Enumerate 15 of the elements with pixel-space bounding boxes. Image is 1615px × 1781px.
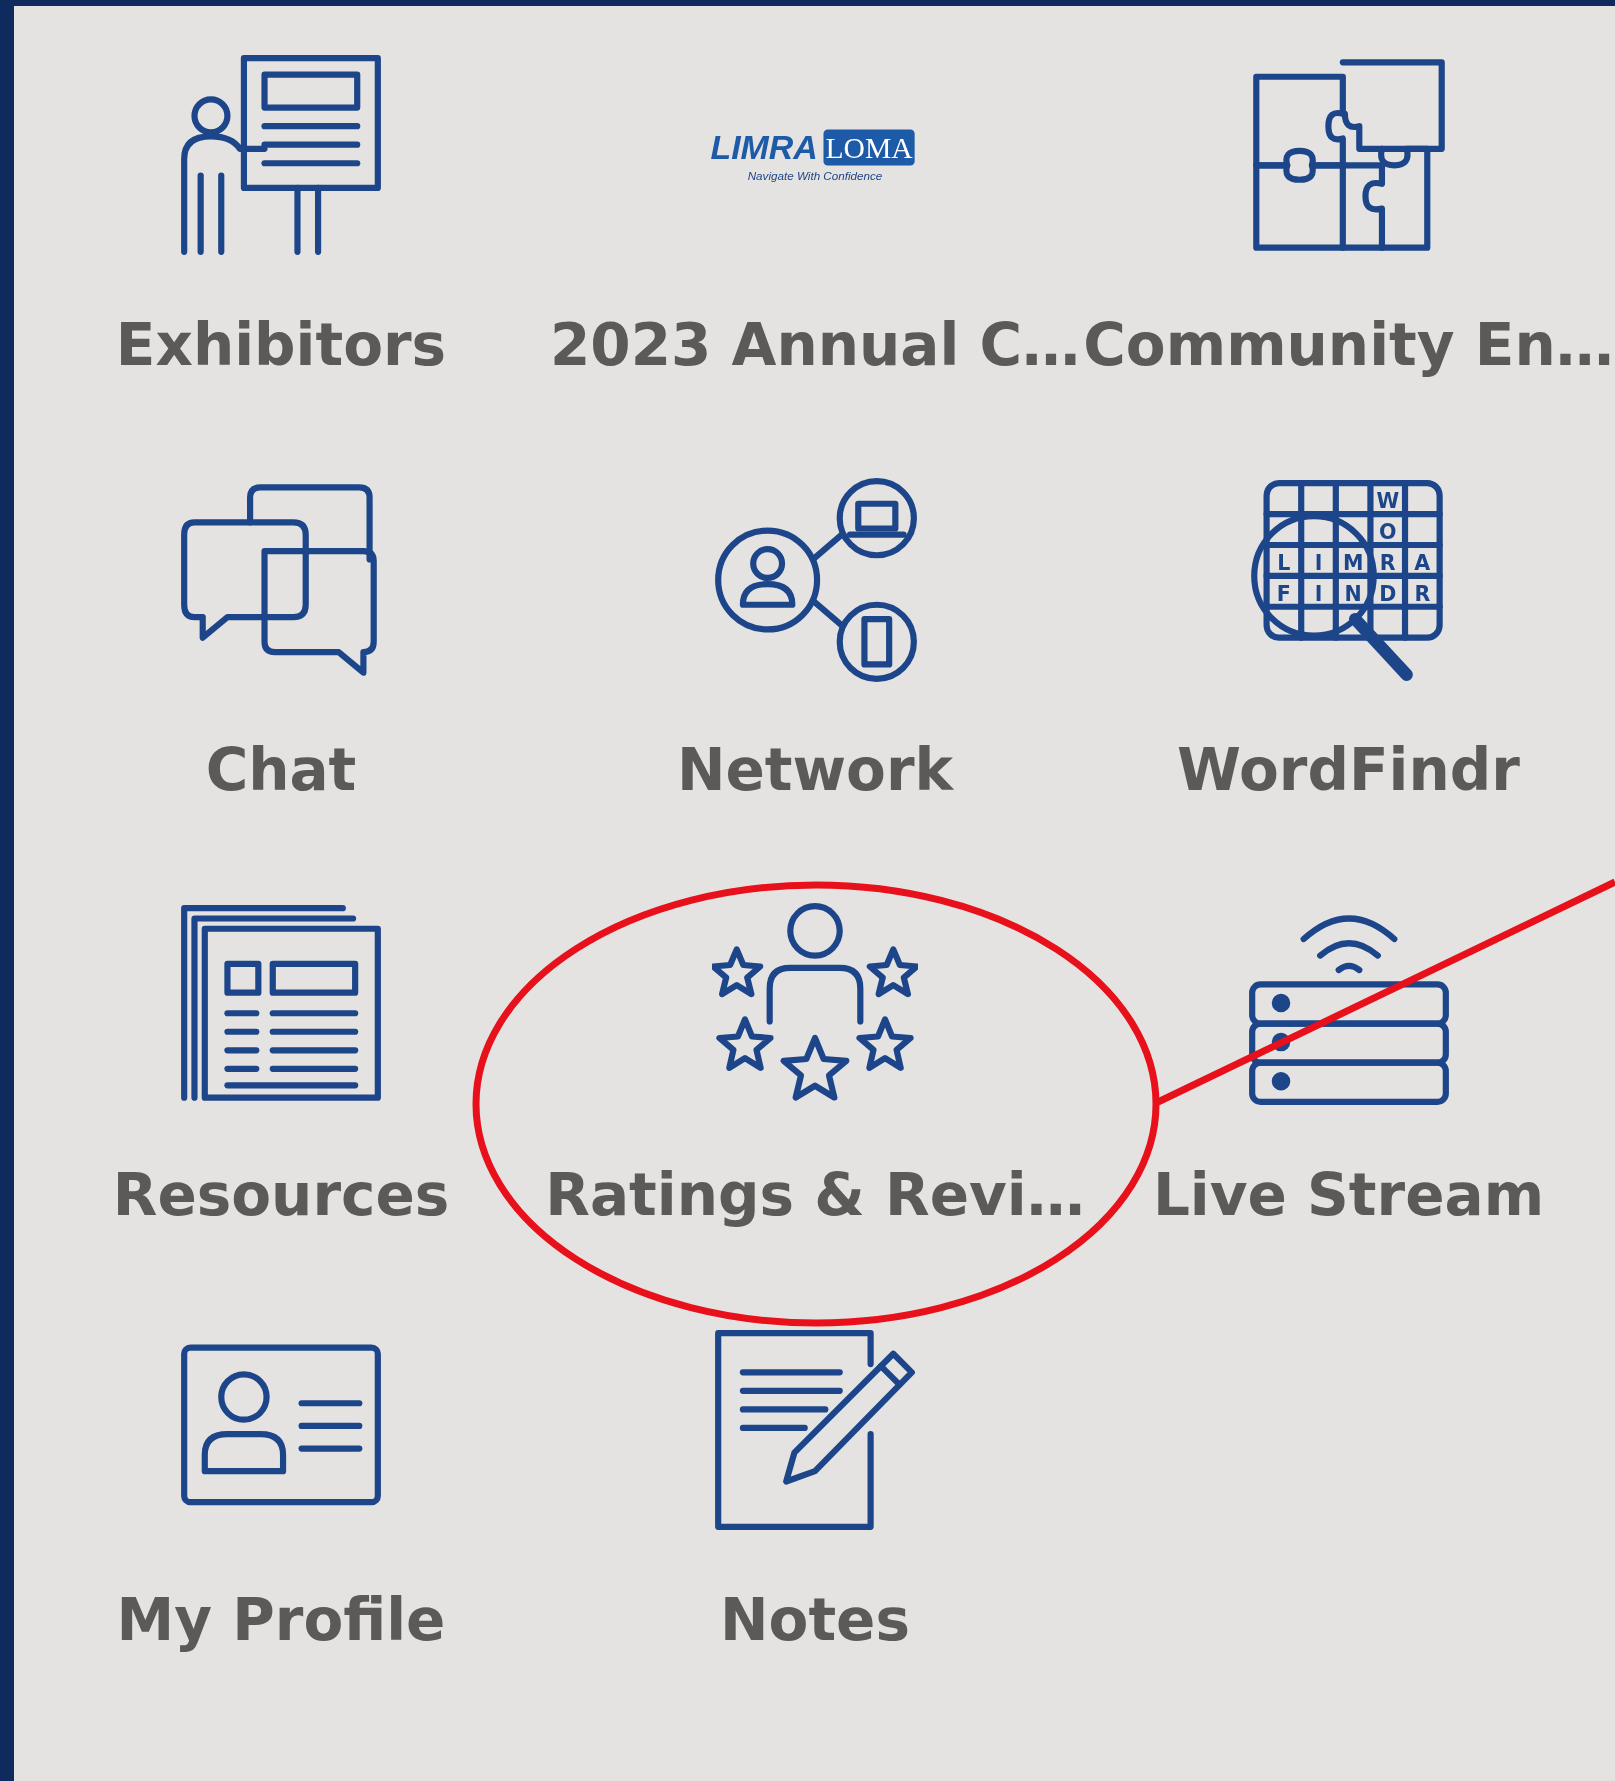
notepad-pencil-icon bbox=[712, 1327, 918, 1533]
logo: LIMRA LOMA Navigate With Confidence bbox=[709, 123, 921, 187]
menu-tile[interactable]: Network bbox=[548, 431, 1082, 856]
menu-tile[interactable]: Resources bbox=[14, 856, 548, 1281]
menu-tile[interactable]: Community En… bbox=[1082, 6, 1615, 431]
menu-tile[interactable]: Live Stream bbox=[1082, 856, 1615, 1281]
menu-tile[interactable]: W O L I M R A F I N D R WordFindr bbox=[1082, 431, 1615, 856]
menu-tile[interactable]: Notes bbox=[548, 1281, 1082, 1706]
menu-tile[interactable]: Exhibitors bbox=[14, 6, 548, 431]
menu-tile[interactable]: My Profile bbox=[14, 1281, 548, 1706]
menu-tile[interactable]: LIMRA LOMA Navigate With Confidence 2023 Annual C… bbox=[548, 6, 1082, 431]
network-icon bbox=[712, 477, 918, 683]
presenter-icon bbox=[178, 52, 384, 258]
menu-tile[interactable]: Ratings & Revi… bbox=[548, 856, 1082, 1281]
menu-tile[interactable]: Chat bbox=[14, 431, 548, 856]
